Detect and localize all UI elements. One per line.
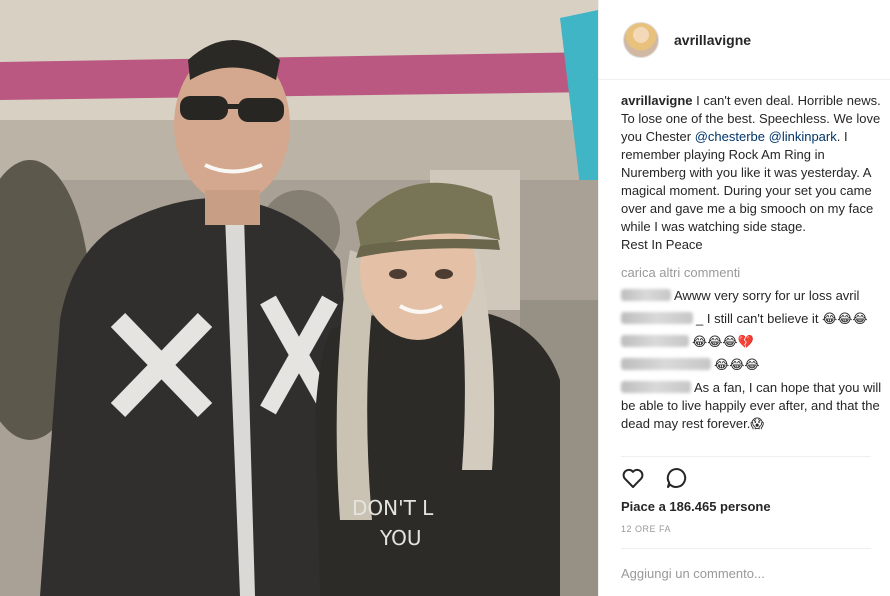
avatar[interactable] xyxy=(623,22,659,58)
post-caption: avrillavigne I can't even deal. Horrible… xyxy=(621,92,883,254)
blurred-username xyxy=(621,358,711,370)
load-more-comments-link[interactable]: carica altri commenti xyxy=(621,264,883,282)
post-header: avrillavigne xyxy=(599,0,890,80)
add-comment-input[interactable] xyxy=(621,563,871,583)
heart-outline-icon[interactable] xyxy=(621,466,647,490)
divider xyxy=(621,456,871,457)
likes-count[interactable]: Piace a 186.465 persone xyxy=(621,499,771,514)
blurred-username xyxy=(621,289,671,301)
post-timestamp[interactable]: 12 ORE FA xyxy=(621,524,671,534)
speech-bubble-icon[interactable] xyxy=(665,466,691,490)
divider xyxy=(621,548,871,549)
caption-text-part3: Rest In Peace xyxy=(621,237,703,252)
post-actions xyxy=(621,466,705,490)
comment-item: 😂😂😂💔 xyxy=(621,333,883,351)
comment-text: _ I still can't believe it 😂😂😂 xyxy=(696,311,868,326)
comment-item: _ I still can't believe it 😂😂😂 xyxy=(621,310,883,328)
comment-text: Awww very sorry for ur loss avril xyxy=(674,288,860,303)
post-photo: DON'T L YOU xyxy=(0,0,598,596)
blurred-username xyxy=(621,381,691,393)
comment-list: avrillavigne I can't even deal. Horrible… xyxy=(621,92,883,433)
comment-text: 😂😂😂 xyxy=(714,357,760,372)
mention-chesterbe[interactable]: @chesterbe xyxy=(695,129,765,144)
comment-item: Awww very sorry for ur loss avril xyxy=(621,287,883,305)
caption-username[interactable]: avrillavigne xyxy=(621,93,693,108)
blurred-username xyxy=(621,335,689,347)
blurred-username xyxy=(621,312,693,324)
caption-text-part2: . I remember playing Rock Am Ring in Nur… xyxy=(621,129,874,234)
comment-text: 😂😂😂💔 xyxy=(692,334,754,349)
mention-linkinpark[interactable]: @linkinpark xyxy=(769,129,837,144)
post-sidebar: avrillavigne avrillavigne I can't even d… xyxy=(598,0,890,596)
comment-item: 😂😂😂 xyxy=(621,356,883,374)
post-username[interactable]: avrillavigne xyxy=(674,32,751,48)
comment-item: As a fan, I can hope that you will be ab… xyxy=(621,379,883,433)
